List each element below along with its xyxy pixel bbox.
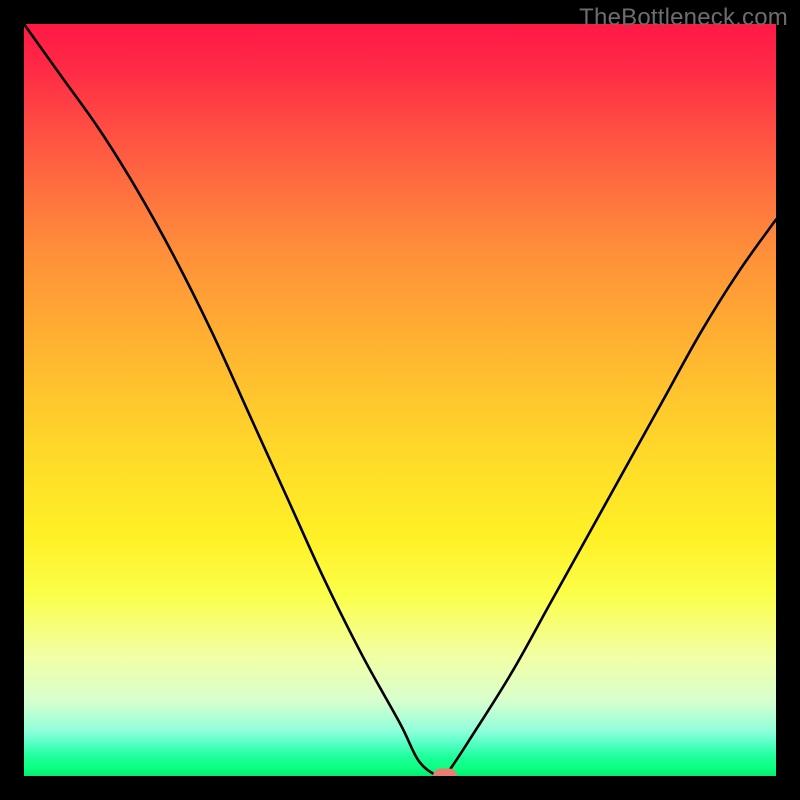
chart-frame: TheBottleneck.com — [0, 0, 800, 800]
plot-area — [24, 24, 776, 776]
curve-path — [24, 24, 776, 776]
optimal-point-marker — [433, 769, 457, 777]
attribution-text: TheBottleneck.com — [579, 4, 788, 32]
bottleneck-curve — [24, 24, 776, 776]
